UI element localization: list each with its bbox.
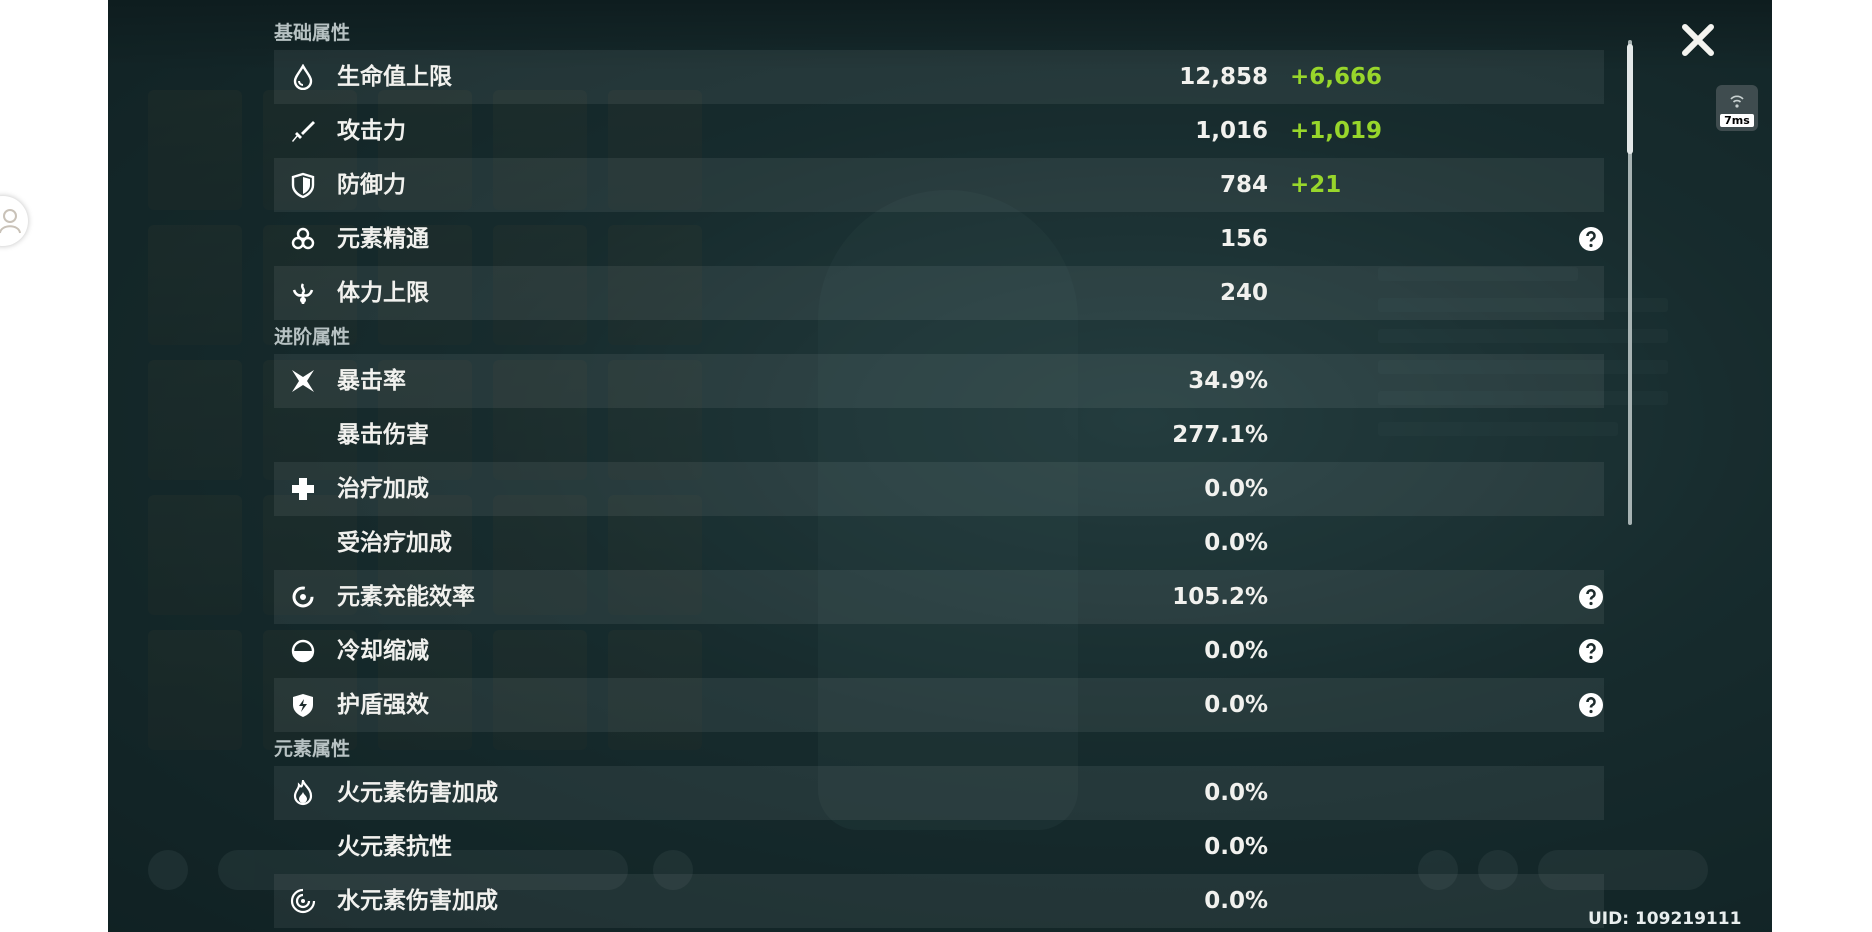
floating-assistant-button[interactable] — [0, 196, 28, 246]
stat-label: 暴击率 — [337, 368, 406, 394]
stat-row-def: 防御力 784 +21 — [274, 158, 1604, 212]
stat-label: 元素充能效率 — [337, 584, 475, 610]
stamina-icon — [292, 283, 314, 304]
crit-star-icon — [292, 370, 314, 392]
pyro-icon — [293, 780, 313, 806]
stat-row-crit-rate: 暴击率 34.9% — [274, 354, 1604, 408]
shield-icon — [291, 172, 315, 198]
stat-label: 受治疗加成 — [337, 530, 452, 556]
stat-value: 0.0% — [1204, 780, 1268, 806]
stat-row-pyro-dmg: 火元素伤害加成 0.0% — [274, 766, 1604, 820]
network-latency-indicator: 7ms — [1716, 85, 1758, 131]
stat-value: 34.9% — [1188, 368, 1268, 394]
attribute-list: 基础属性 生命值上限 12,858 +6,666 攻击力 1,016 +1,01… — [274, 16, 1604, 928]
stat-label: 防御力 — [337, 172, 406, 198]
stat-label: 攻击力 — [337, 118, 406, 144]
sword-icon — [292, 121, 315, 142]
stat-label: 护盾强效 — [337, 692, 429, 718]
game-viewport: 基础属性 生命值上限 12,858 +6,666 攻击力 1,016 +1,01… — [108, 0, 1772, 932]
stat-label: 火元素伤害加成 — [337, 780, 498, 806]
stat-value: 0.0% — [1204, 476, 1268, 502]
cooldown-icon — [291, 639, 315, 663]
help-icon[interactable] — [1578, 638, 1604, 664]
stat-row-healing-bonus: 治疗加成 0.0% — [274, 462, 1604, 516]
stat-row-energy-recharge: 元素充能效率 105.2% — [274, 570, 1604, 624]
heal-cross-icon — [292, 478, 314, 500]
stat-row-hydro-dmg: 水元素伤害加成 0.0% — [274, 874, 1604, 928]
stat-label: 元素精通 — [337, 226, 429, 252]
stat-row-shield-strength: 护盾强效 0.0% — [274, 678, 1604, 732]
elemental-mastery-icon — [291, 227, 315, 250]
stat-value: 0.0% — [1204, 888, 1268, 914]
stat-value: 0.0% — [1204, 834, 1268, 860]
shield-strength-icon — [293, 694, 313, 717]
stat-row-incoming-healing: 受治疗加成 0.0% — [274, 516, 1604, 570]
latency-value: 7ms — [1720, 114, 1754, 127]
help-icon[interactable] — [1578, 226, 1604, 252]
wifi-icon — [1730, 95, 1744, 108]
uid-label: UID: 109219111 — [1588, 909, 1742, 929]
stat-value: 277.1% — [1172, 422, 1268, 448]
stat-row-em: 元素精通 156 — [274, 212, 1604, 266]
stat-row-cooldown-reduction: 冷却缩减 0.0% — [274, 624, 1604, 678]
stat-value: 156 — [1219, 226, 1268, 252]
stat-bonus: +6,666 — [1290, 64, 1383, 90]
section-title-advanced: 进阶属性 — [274, 326, 351, 348]
stat-row-atk: 攻击力 1,016 +1,019 — [274, 104, 1604, 158]
stat-value: 12,858 — [1179, 64, 1268, 90]
stat-value: 784 — [1219, 172, 1268, 198]
stat-value: 0.0% — [1204, 530, 1268, 556]
stat-bonus: +21 — [1290, 172, 1342, 198]
stat-value: 105.2% — [1172, 584, 1268, 610]
scrollbar-thumb[interactable] — [1627, 44, 1633, 154]
section-title-element: 元素属性 — [274, 738, 351, 760]
stat-bonus: +1,019 — [1290, 118, 1383, 144]
stat-label: 暴击伤害 — [337, 422, 429, 448]
stat-label: 火元素抗性 — [337, 834, 452, 860]
stat-label: 体力上限 — [337, 280, 429, 306]
help-icon[interactable] — [1578, 692, 1604, 718]
stat-label: 冷却缩减 — [337, 638, 429, 664]
section-title-basic: 基础属性 — [274, 22, 351, 44]
stat-value: 0.0% — [1204, 692, 1268, 718]
energy-recharge-icon — [292, 586, 314, 608]
person-icon — [0, 209, 21, 234]
stat-label: 治疗加成 — [337, 476, 429, 502]
stat-value: 240 — [1219, 280, 1268, 306]
stat-value: 0.0% — [1204, 638, 1268, 664]
stat-label: 水元素伤害加成 — [337, 888, 498, 914]
hydro-icon — [290, 888, 316, 914]
close-icon[interactable] — [1680, 22, 1716, 58]
stat-row-crit-dmg: 暴击伤害 277.1% — [274, 408, 1604, 462]
water-drop-icon — [293, 64, 313, 90]
stat-row-hp: 生命值上限 12,858 +6,666 — [274, 50, 1604, 104]
stat-value: 1,016 — [1195, 118, 1268, 144]
help-icon[interactable] — [1578, 584, 1604, 610]
stat-row-stamina: 体力上限 240 — [274, 266, 1604, 320]
stat-row-pyro-res: 火元素抗性 0.0% — [274, 820, 1604, 874]
stat-label: 生命值上限 — [337, 64, 452, 90]
